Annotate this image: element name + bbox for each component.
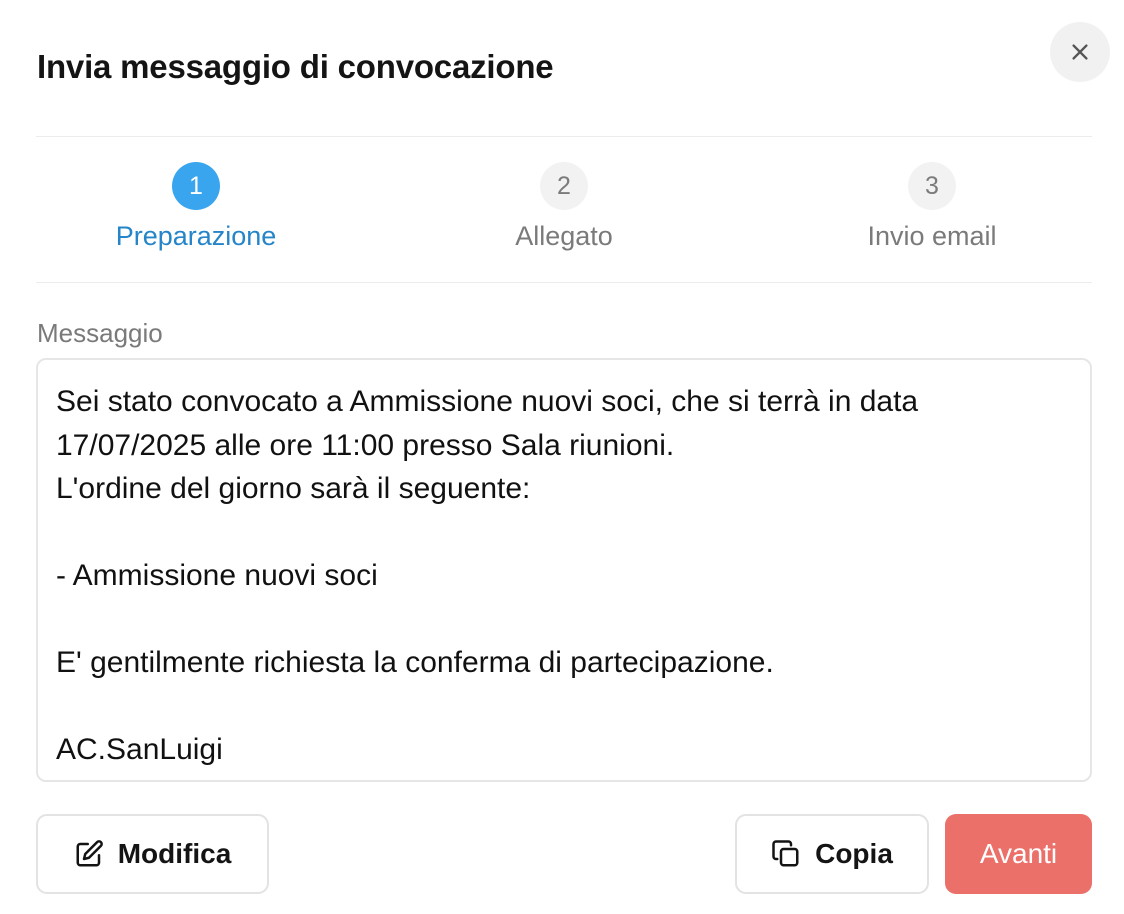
avanti-button[interactable]: Avanti	[945, 814, 1092, 894]
message-line: AC.SanLuigi	[56, 733, 223, 766]
stepper-divider	[36, 282, 1092, 283]
step-invio-email[interactable]: 3 Invio email	[782, 162, 1082, 252]
step-label: Invio email	[867, 221, 997, 251]
message-line	[56, 511, 1072, 555]
step-allegato[interactable]: 2 Allegato	[414, 162, 714, 252]
message-textarea[interactable]: Sei stato convocato a Ammissione nuovi s…	[36, 358, 1092, 782]
step-number: 1	[172, 162, 220, 210]
step-label: Preparazione	[115, 221, 277, 251]
message-line: - Ammissione nuovi soci	[56, 559, 378, 592]
message-line	[56, 685, 1072, 729]
message-line: 17/07/2025 alle ore 11:00 presso Sala ri…	[56, 428, 675, 462]
close-button[interactable]	[1050, 22, 1110, 82]
edit-icon	[74, 839, 104, 869]
message-label: Messaggio	[37, 318, 163, 348]
message-line: Sei stato convocato a Ammissione nuovi s…	[56, 385, 919, 418]
step-number: 3	[908, 162, 956, 210]
convocation-dialog: Invia messaggio di convocazione 1 Prepar…	[0, 0, 1124, 914]
modifica-button[interactable]: Modifica	[36, 814, 269, 894]
header-divider	[36, 136, 1092, 137]
step-number: 2	[540, 162, 588, 210]
dialog-title: Invia messaggio di convocazione	[37, 48, 554, 85]
avanti-label: Avanti	[979, 838, 1058, 869]
message-line	[56, 598, 1072, 642]
message-line: L'ordine del giorno sarà il seguente:	[56, 472, 531, 505]
copia-button[interactable]: Copia	[735, 814, 929, 894]
modifica-label: Modifica	[117, 838, 232, 869]
message-line: E' gentilmente richiesta la conferma di …	[56, 646, 774, 679]
copy-icon	[771, 839, 801, 869]
step-label: Allegato	[515, 221, 613, 251]
copia-label: Copia	[815, 838, 893, 869]
close-icon	[1072, 44, 1088, 60]
step-preparazione[interactable]: 1 Preparazione	[46, 162, 346, 252]
